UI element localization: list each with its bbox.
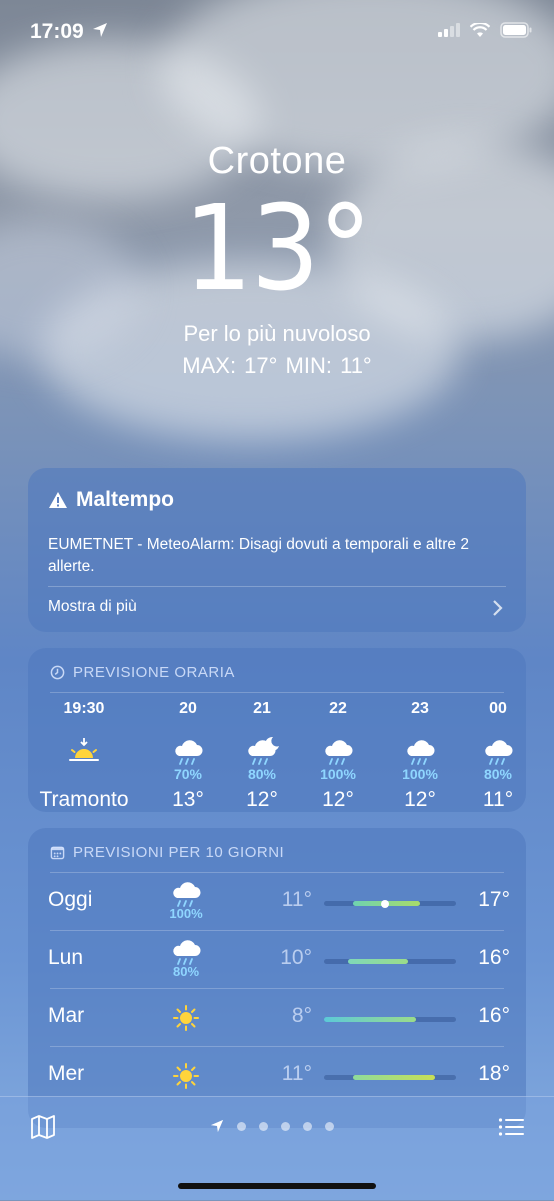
- hourly-item: 20 70% 13°: [150, 700, 226, 812]
- precip-chance: 100%: [402, 766, 438, 782]
- low-temp: 11°: [281, 888, 312, 911]
- page-dot[interactable]: [325, 1121, 334, 1131]
- daily-row[interactable]: Mar 8° 16°: [28, 988, 526, 1046]
- hourly-forecast-card[interactable]: PREVISIONE ORARIA 19:30 Tramonto 20 70% 13° 2…: [28, 648, 526, 812]
- hourly-item: 00 80% 11°: [460, 700, 536, 812]
- ten-day-forecast-card[interactable]: PREVISIONI PER 10 GIORNI Oggi 100% 11° 17° L…: [28, 828, 526, 1128]
- precip-chance: 100%: [320, 766, 356, 782]
- hour-label: 00: [489, 700, 507, 717]
- high-temp: 16°: [478, 946, 510, 969]
- high-temp: 18°: [478, 1062, 510, 1085]
- low-temp: 11°: [281, 1062, 312, 1085]
- sun-icon: [158, 1004, 214, 1032]
- page-dot[interactable]: [259, 1121, 268, 1131]
- temp-range-bar: [324, 1017, 456, 1022]
- city-name: Crotone: [207, 140, 347, 182]
- hourly-item: 21 80% 12°: [224, 700, 300, 812]
- cloud-rain-icon: [300, 726, 376, 766]
- show-more-link[interactable]: Mostra di più: [48, 598, 137, 616]
- day-name: Oggi: [48, 888, 93, 911]
- current-temperature: 13°: [183, 179, 373, 317]
- chevron-right-icon[interactable]: [492, 599, 504, 617]
- high-temp: 16°: [478, 1004, 510, 1027]
- day-name: Lun: [48, 946, 84, 969]
- daily-row[interactable]: Oggi 100% 11° 17°: [28, 872, 526, 930]
- hour-temp: 12°: [322, 788, 354, 811]
- calendar-icon: [50, 846, 65, 860]
- hour-label: 20: [179, 700, 197, 717]
- precip-chance: 80%: [483, 766, 513, 782]
- alert-title: Maltempo: [76, 488, 175, 511]
- signal-icon: [438, 23, 460, 37]
- divider: [50, 988, 504, 989]
- temp-range-bar: [324, 899, 456, 908]
- temp-range-fill: [324, 1017, 417, 1022]
- cloud-rain-icon: [460, 726, 536, 766]
- temp-range-bar: [324, 959, 456, 964]
- alert-description: EUMETNET - MeteoAlarm: Disagi dovuti a t…: [48, 536, 469, 575]
- high-temp: 17°: [478, 888, 510, 911]
- hourly-item: 19:30 Tramonto: [39, 700, 128, 812]
- day-name: Mer: [48, 1062, 85, 1085]
- status-bar: 17:09: [0, 0, 554, 66]
- precip-chance: [46, 766, 122, 784]
- hour-temp: 13°: [172, 788, 204, 811]
- condition-text: Per lo più nuvoloso: [183, 321, 371, 346]
- precip-chance: 80%: [247, 766, 277, 782]
- list-icon[interactable]: [498, 1117, 524, 1137]
- cloud-rain-icon: [158, 936, 214, 965]
- hour-temp: 12°: [246, 788, 278, 811]
- divider: [50, 1046, 504, 1047]
- page-dot[interactable]: [237, 1121, 246, 1131]
- high-low-text: MAX: 17° MIN: 11°: [182, 353, 372, 378]
- bottom-toolbar: [0, 1096, 554, 1201]
- wifi-icon: [470, 22, 490, 37]
- hourly-title: PREVISIONE ORARIA: [73, 664, 235, 681]
- temp-range-fill: [347, 959, 409, 964]
- current-location-icon[interactable]: [210, 1119, 224, 1133]
- status-time: 17:09: [30, 20, 84, 43]
- hour-label: 21: [253, 700, 271, 717]
- low-temp: 10°: [280, 946, 312, 969]
- daily-title: PREVISIONI PER 10 GIORNI: [73, 844, 285, 861]
- divider: [50, 930, 504, 931]
- current-weather: Crotone 13° Per lo più nuvoloso MAX: 17°…: [0, 140, 554, 379]
- divider: [50, 692, 504, 693]
- hour-label: 19:30: [63, 700, 105, 717]
- temp-range-bar: [324, 1075, 456, 1080]
- hourly-item: 23 100% 12°: [382, 700, 458, 812]
- location-arrow-icon: [93, 23, 107, 37]
- current-temp-dot: [380, 899, 389, 908]
- sunset-icon: [46, 726, 122, 766]
- severe-weather-alert-card[interactable]: Maltempo EUMETNET - MeteoAlarm: Disagi d…: [28, 468, 526, 632]
- precip-chance: 80%: [172, 964, 200, 979]
- clock-icon: [50, 665, 65, 680]
- day-name: Mar: [48, 1004, 85, 1027]
- precip-chance: 100%: [169, 906, 203, 921]
- hour-temp: 12°: [404, 788, 436, 811]
- cloud-moon-rain-icon: [224, 726, 300, 766]
- low-temp: 8°: [291, 1004, 312, 1027]
- cloud-rain-icon: [150, 726, 226, 766]
- page-dot[interactable]: [281, 1121, 290, 1131]
- map-icon[interactable]: [30, 1115, 56, 1139]
- cloud-rain-icon: [382, 726, 458, 766]
- cloud-rain-icon: [158, 878, 214, 907]
- hour-temp: Tramonto: [39, 788, 129, 811]
- page-dot[interactable]: [303, 1121, 312, 1131]
- sun-icon: [158, 1062, 214, 1090]
- home-indicator: [178, 1183, 376, 1189]
- hour-temp: 11°: [482, 788, 514, 811]
- battery-icon: [500, 22, 532, 38]
- precip-chance: 70%: [173, 766, 203, 782]
- hour-label: 23: [411, 700, 429, 717]
- divider: [48, 586, 506, 587]
- daily-row[interactable]: Lun 80% 10° 16°: [28, 930, 526, 988]
- temp-range-fill: [353, 1075, 435, 1080]
- warning-icon: [49, 492, 67, 508]
- page-indicator[interactable]: [210, 1119, 334, 1133]
- hourly-item: 22 100% 12°: [300, 700, 376, 812]
- hour-label: 22: [329, 700, 347, 717]
